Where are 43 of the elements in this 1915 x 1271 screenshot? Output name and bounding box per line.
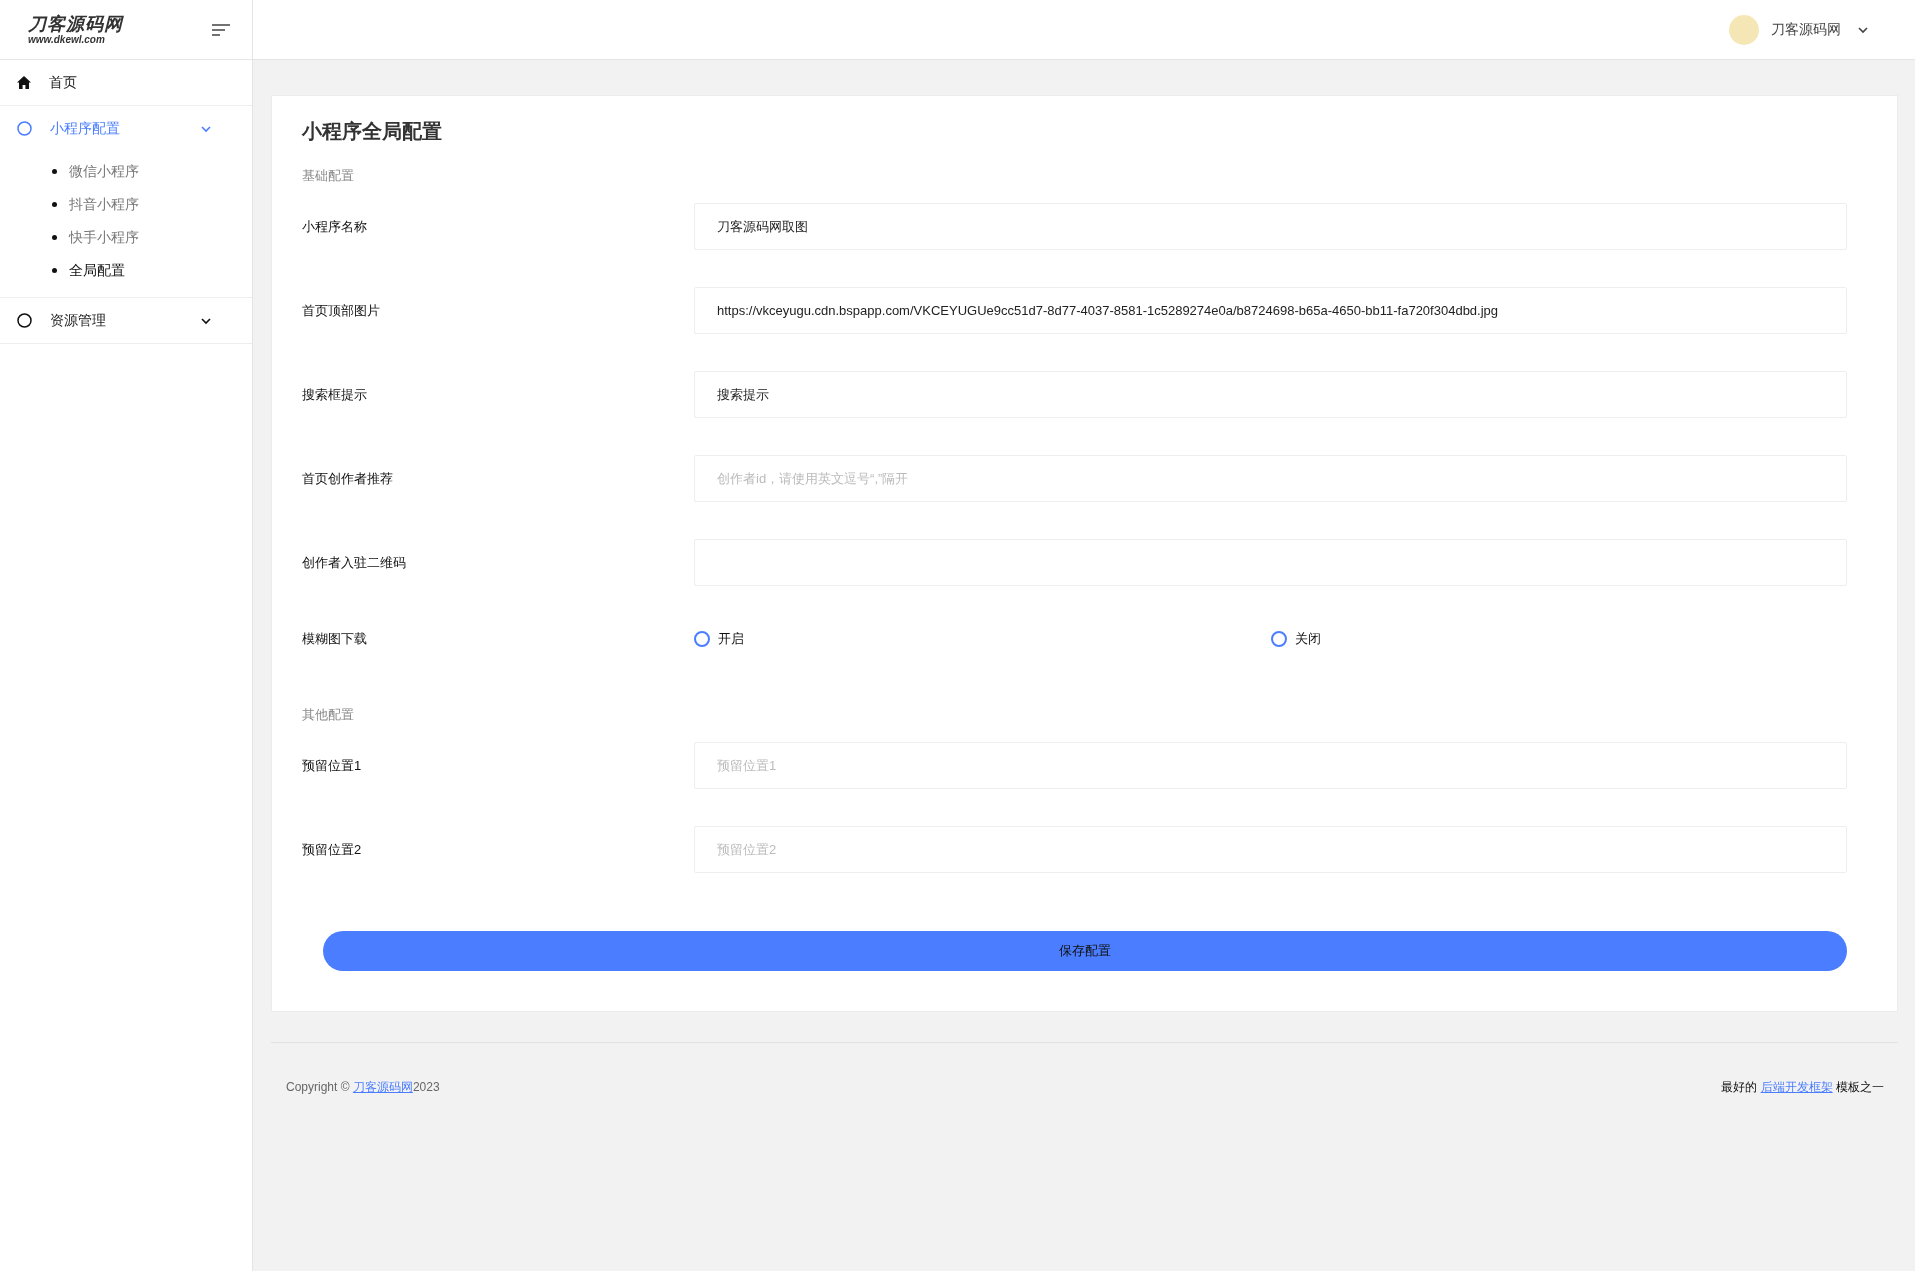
field-label: 预留位置1 bbox=[302, 756, 363, 775]
submenu-item[interactable]: 全局配置 bbox=[0, 254, 252, 287]
user-name[interactable]: 刀客源码网 bbox=[1771, 20, 1841, 39]
page-title: 小程序全局配置 bbox=[302, 119, 443, 144]
submenu-item[interactable]: 快手小程序 bbox=[0, 221, 252, 254]
field-label: 小程序名称 bbox=[302, 217, 368, 236]
input-field[interactable]: 刀客源码网取图 bbox=[694, 203, 1847, 250]
field-label: 搜索框提示 bbox=[302, 385, 368, 404]
input-field[interactable]: https://vkceyugu.cdn.bspapp.com/VKCEYUGUe9cc51d7-8d77-4037-8581-1c5289274e0a/b8724698-b65a-4650-bb11-fa720f304dbd.jpg bbox=[694, 287, 1847, 334]
field-label: 预留位置2 bbox=[302, 840, 363, 859]
copyright-text: Copyright © 刀客源码网2023 bbox=[286, 1079, 440, 1096]
home-icon bbox=[17, 76, 31, 89]
logo-title: 刀客源码网 bbox=[28, 14, 123, 33]
sidebar-item[interactable]: 小程序配置 bbox=[0, 106, 252, 151]
submenu-item[interactable]: 微信小程序 bbox=[0, 155, 252, 188]
circle-icon bbox=[17, 313, 32, 328]
footer-tagline: 最好的 后端开发框架 模板之一 bbox=[1721, 1079, 1884, 1096]
radio-option[interactable]: 开启 bbox=[694, 629, 1271, 648]
input-field[interactable]: 创作者id，请使用英文逗号“,”隔开 bbox=[694, 455, 1847, 502]
menu-icon[interactable] bbox=[212, 23, 230, 36]
footer-link[interactable]: 后端开发框架 bbox=[1760, 1080, 1833, 1094]
input-field[interactable]: 预留位置2 bbox=[694, 826, 1847, 873]
radio-button[interactable] bbox=[694, 630, 710, 647]
field-label: 首页顶部图片 bbox=[302, 301, 381, 320]
chevron-icon bbox=[200, 124, 212, 133]
circle-icon bbox=[17, 121, 32, 136]
logo-subtitle: www.dkewl.com bbox=[28, 34, 106, 45]
submenu-item[interactable]: 抖音小程序 bbox=[0, 188, 252, 221]
input-field[interactable]: 搜索提示 bbox=[694, 371, 1847, 418]
section-heading: 基础配置 bbox=[302, 167, 355, 185]
save-button[interactable]: 保存配置 bbox=[323, 931, 1847, 971]
field-label: 模糊图下载 bbox=[302, 629, 368, 648]
sidebar-item[interactable]: 资源管理 bbox=[0, 298, 252, 344]
radio-option[interactable]: 关闭 bbox=[1270, 629, 1847, 648]
chevron-icon bbox=[200, 316, 212, 325]
footer-link[interactable]: 刀客源码网 bbox=[352, 1080, 413, 1094]
input-field[interactable]: 预留位置1 bbox=[694, 742, 1847, 789]
sidebar-item[interactable]: 首页 bbox=[0, 60, 252, 106]
chevron-icon[interactable] bbox=[1857, 25, 1869, 34]
field-label: 首页创作者推荐 bbox=[302, 469, 394, 488]
radio-button[interactable] bbox=[1270, 630, 1287, 647]
field-label: 创作者入驻二维码 bbox=[302, 553, 407, 572]
section-heading: 其他配置 bbox=[302, 706, 355, 724]
